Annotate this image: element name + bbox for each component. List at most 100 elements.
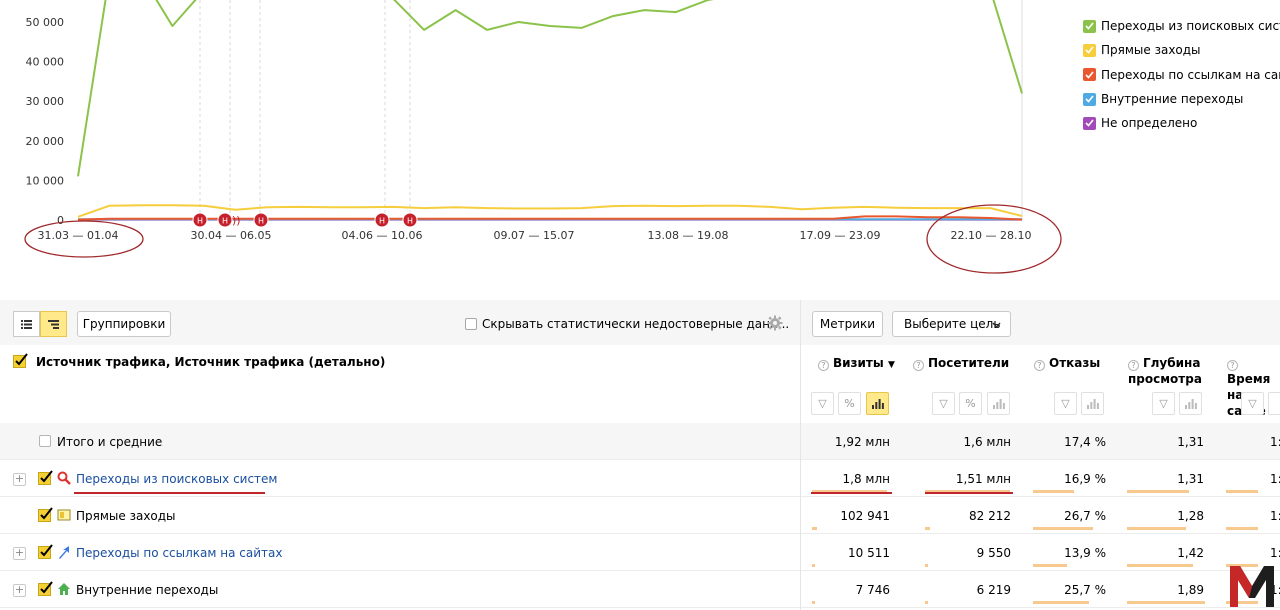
- legend-item[interactable]: Прямые заходы: [1083, 38, 1280, 62]
- legend-checkbox[interactable]: [1083, 68, 1096, 82]
- chart-area: 50 000 40 000 30 000 20 000 10 000 0 31.03 — 0…: [0, 0, 1280, 300]
- dimension-checkbox[interactable]: [13, 353, 29, 373]
- filter-icon[interactable]: ▽: [1054, 392, 1077, 415]
- y-tick-label: 40 000: [26, 56, 65, 69]
- x-tick-label: 13.08 — 19.08: [648, 229, 729, 242]
- expand-button[interactable]: +: [13, 547, 26, 560]
- bar-chart-icon[interactable]: [987, 392, 1010, 415]
- visitors-header[interactable]: ? Посетители: [913, 355, 1009, 371]
- depth-header[interactable]: ? Глубина просмотра: [1128, 355, 1202, 387]
- report-table: Группировки Скрывать статистически недос…: [0, 300, 1280, 610]
- bounce-bar: [1033, 527, 1093, 530]
- legend-checkbox[interactable]: [1083, 92, 1096, 106]
- svg-text:H: H: [258, 217, 264, 226]
- time-bar: [1226, 490, 1259, 493]
- groupings-button[interactable]: Группировки: [77, 311, 171, 337]
- visitors-bar: [925, 527, 931, 530]
- sort-desc-icon: ▼: [887, 360, 895, 370]
- help-icon[interactable]: ?: [818, 360, 829, 371]
- row-label[interactable]: Переходы из поисковых систем: [76, 472, 278, 486]
- row-checkbox[interactable]: [38, 507, 54, 526]
- visits-bar: [812, 601, 815, 604]
- tree-view-button[interactable]: [40, 311, 67, 337]
- bounce-bar: [1033, 564, 1067, 567]
- highlight-underline: [74, 492, 265, 494]
- annotation-marker[interactable]: H: [192, 212, 208, 228]
- visitors-bar: [925, 564, 928, 567]
- metrics-button[interactable]: Метрики: [812, 311, 883, 337]
- bounce-bar: [1033, 601, 1090, 604]
- list-view-button[interactable]: [13, 311, 40, 337]
- search-icon: [57, 471, 71, 488]
- row-checkbox[interactable]: [38, 544, 54, 563]
- help-icon[interactable]: ?: [1034, 360, 1045, 371]
- chevron-down-icon: [992, 318, 1001, 332]
- gear-icon[interactable]: [767, 315, 783, 335]
- percent-icon[interactable]: %: [838, 392, 861, 415]
- table-row[interactable]: Прямые заходы 102 941 82 212 26,7 % 1,28 1:: [0, 497, 1280, 534]
- annotation-marker[interactable]: H: [402, 212, 418, 228]
- total-visitors: 1,6 млн: [963, 435, 1011, 449]
- legend-item[interactable]: Не определено: [1083, 111, 1280, 135]
- row-checkbox[interactable]: [38, 470, 54, 489]
- x-tick-label: 09.07 — 15.07: [494, 229, 575, 242]
- time-bar: [1226, 527, 1259, 530]
- total-checkbox[interactable]: [39, 435, 51, 447]
- link-arrow-icon: [57, 545, 71, 562]
- annotation-marker[interactable]: H: [374, 212, 390, 228]
- bar-chart-icon[interactable]: [1268, 392, 1280, 415]
- hide-unreliable-checkbox[interactable]: [465, 318, 477, 330]
- bar-chart-icon[interactable]: [1179, 392, 1202, 415]
- total-label: Итого и средние: [57, 435, 163, 449]
- visits-header[interactable]: ? Визиты ▼: [818, 355, 895, 373]
- legend-item[interactable]: Переходы из поисковых систем: [1083, 14, 1280, 38]
- column-divider: [800, 300, 801, 610]
- row-checkbox[interactable]: [38, 581, 54, 600]
- help-icon[interactable]: ?: [1227, 360, 1238, 371]
- y-tick-label: 0: [57, 214, 64, 227]
- bounce-bar: [1033, 490, 1075, 493]
- legend-label: Переходы из поисковых систем: [1101, 19, 1280, 34]
- depth-bar: [1127, 490, 1190, 493]
- help-icon[interactable]: ?: [913, 360, 924, 371]
- direct-icon: [57, 508, 71, 525]
- goal-select[interactable]: Выберите цель: [892, 311, 1011, 337]
- annotation-marker[interactable]: H: [217, 212, 233, 228]
- home-icon: [57, 582, 71, 599]
- row-label: Прямые заходы: [76, 509, 176, 523]
- bar-chart-icon[interactable]: [1081, 392, 1104, 415]
- legend-item[interactable]: Переходы по ссылкам на сайтах: [1083, 63, 1280, 87]
- visitors-cell: 1,51 млн: [955, 472, 1011, 486]
- depth-cell: 1,42: [1177, 546, 1204, 560]
- bar-chart-icon[interactable]: [866, 392, 889, 415]
- expand-button[interactable]: +: [13, 473, 26, 486]
- filter-icon[interactable]: ▽: [932, 392, 955, 415]
- legend-checkbox[interactable]: [1083, 19, 1096, 33]
- annotation-marker[interactable]: H: [253, 212, 269, 228]
- table-row[interactable]: + Внутренние переходы 7 746 6 219 25,7 % 1,89…: [0, 571, 1280, 608]
- help-icon[interactable]: ?: [1128, 360, 1139, 371]
- svg-text:H: H: [197, 217, 203, 226]
- filter-icon[interactable]: ▽: [1152, 392, 1175, 415]
- time-cell: 1:: [1270, 546, 1280, 560]
- visitors-bar: [925, 601, 928, 604]
- depth-bar: [1127, 527, 1186, 530]
- depth-cell: 1,89: [1177, 583, 1204, 597]
- table-toolbar: Группировки Скрывать статистически недос…: [0, 300, 1280, 345]
- bounce-header[interactable]: ? Отказы: [1034, 355, 1100, 371]
- filter-icon[interactable]: ▽: [811, 392, 834, 415]
- filter-icon[interactable]: ▽: [1241, 392, 1264, 415]
- percent-icon[interactable]: %: [959, 392, 982, 415]
- legend-item[interactable]: Внутренние переходы: [1083, 87, 1280, 111]
- legend-checkbox[interactable]: [1083, 43, 1096, 57]
- list-icon: [21, 319, 32, 329]
- visits-cell: 7 746: [855, 583, 890, 597]
- expand-button[interactable]: +: [13, 584, 26, 597]
- bounce-cell: 25,7 %: [1064, 583, 1106, 597]
- table-row[interactable]: + Переходы по ссылкам на сайтах 10 511 9 55…: [0, 534, 1280, 571]
- legend-checkbox[interactable]: [1083, 116, 1096, 130]
- highlight-underline: [811, 492, 892, 494]
- row-label[interactable]: Переходы по ссылкам на сайтах: [76, 546, 282, 560]
- svg-text:H: H: [222, 217, 228, 226]
- y-tick-label: 10 000: [26, 174, 65, 187]
